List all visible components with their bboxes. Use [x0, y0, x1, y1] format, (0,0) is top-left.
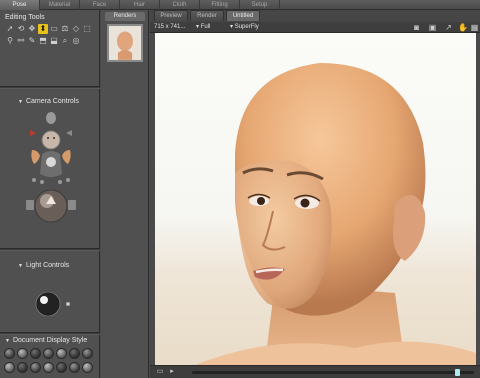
display-style-button[interactable]	[69, 362, 80, 373]
display-style-button[interactable]	[4, 348, 15, 359]
render-mode-dropdown[interactable]: ▾ SuperFly	[230, 22, 259, 33]
room-tab-cloth[interactable]: Cloth	[160, 0, 200, 10]
taper-tool-icon[interactable]: ◇	[71, 24, 81, 34]
play-icon[interactable]: ▸	[168, 368, 176, 376]
display-style-button[interactable]	[69, 348, 80, 359]
divider	[0, 248, 100, 251]
translate-in-out-tool-icon[interactable]: ⬍	[38, 24, 48, 34]
collapse-triangle-icon[interactable]: ▼	[18, 263, 23, 269]
right-hand-camera-icon	[62, 150, 71, 164]
share-icon[interactable]: ↗	[444, 23, 453, 32]
morphing-tool-icon[interactable]: ⬒	[38, 36, 48, 46]
room-tab-material[interactable]: Material	[40, 0, 80, 10]
resolution-readout: 715 x 741...	[154, 24, 186, 30]
left-panel: Editing Tools ➚ ⟲ ✥ ⬍ ▭ ⚖ ◇ ⬚ ⚲ ⚯ ✎ ⬒ ⬓ ⌕ ◎ ▼ Camera Co…	[0, 10, 100, 378]
camera-icon[interactable]: ◙	[412, 23, 421, 32]
document-display-style-title[interactable]: ▼ Document Display Style	[5, 337, 87, 344]
zoom-tool-icon[interactable]: ⌕	[60, 36, 70, 46]
snapshot-icon[interactable]: ▣	[428, 23, 437, 32]
room-tab-face[interactable]: Face	[80, 0, 120, 10]
figure-camera-icon	[46, 157, 56, 167]
display-style-button[interactable]	[56, 348, 67, 359]
renders-tab[interactable]: Renders	[105, 12, 145, 21]
size-dropdown[interactable]: ▾ Full	[196, 22, 210, 33]
view-magnifier-tool-icon[interactable]: ✎	[27, 36, 37, 46]
display-style-button[interactable]	[82, 348, 93, 359]
hand-icon[interactable]: ✋	[458, 23, 468, 32]
display-style-button[interactable]	[56, 362, 67, 373]
select-tool-icon[interactable]: ➚	[5, 24, 15, 34]
display-style-button[interactable]	[43, 348, 54, 359]
view-tabs: Preview Render Untitled	[150, 10, 480, 22]
twist-tool-icon[interactable]: ⚖	[60, 24, 70, 34]
translate-tool-icon[interactable]: ✥	[27, 24, 37, 34]
display-style-button[interactable]	[4, 362, 15, 373]
camera-arrow-left-icon	[30, 130, 36, 136]
light-controls-title[interactable]: ▼ Light Controls	[18, 262, 69, 269]
render-mode-value: SuperFly	[234, 24, 259, 30]
camera-controls-title[interactable]: ▼ Camera Controls	[18, 98, 79, 105]
display-style-grid	[4, 348, 96, 373]
room-tab-setup[interactable]: Setup	[240, 0, 280, 10]
timeline-slider[interactable]	[192, 369, 474, 376]
light-controls-label: Light Controls	[25, 262, 70, 269]
blank-tool-icon[interactable]	[82, 36, 92, 46]
grid-icon[interactable]: ▦	[470, 23, 479, 32]
display-style-button[interactable]	[17, 348, 28, 359]
room-tab-fitting[interactable]: Fitting	[200, 0, 240, 10]
display-style-button[interactable]	[82, 362, 93, 373]
editing-tools-title: Editing Tools	[5, 14, 45, 21]
rotate-tool-icon[interactable]: ⟲	[16, 24, 26, 34]
view-toolbar: 715 x 741... ▾ Full ▾ SuperFly ◙ ▣ ↗ ✋ ▦	[150, 22, 480, 33]
collapse-triangle-icon[interactable]: ▼	[18, 99, 23, 105]
view-icon[interactable]: ▭	[156, 368, 164, 376]
view-tab-render[interactable]: Render	[190, 10, 224, 21]
display-style-button[interactable]	[30, 348, 41, 359]
direct-manipulation-tool-icon[interactable]: ⬓	[49, 36, 59, 46]
timeline-marker[interactable]	[455, 369, 461, 376]
collapse-triangle-icon[interactable]: ▼	[5, 338, 10, 344]
render-viewport[interactable]	[155, 33, 476, 365]
divider	[0, 332, 100, 335]
rendered-figure	[195, 63, 476, 365]
scale-tool-icon[interactable]: ▭	[49, 24, 59, 34]
color-tool-icon[interactable]: ⚲	[5, 36, 15, 46]
display-style-button[interactable]	[30, 362, 41, 373]
room-tab-pose[interactable]: Pose	[0, 0, 40, 10]
grouping-tool-icon[interactable]: ⚯	[16, 36, 26, 46]
render-thumbnail[interactable]	[107, 24, 143, 62]
camera-controls-widget[interactable]	[22, 110, 80, 230]
chain-break-tool-icon[interactable]: ⬚	[82, 24, 92, 34]
light-highlight-icon	[40, 296, 48, 304]
timeline-bar: ▭ ▸	[150, 365, 480, 378]
document-display-style-label: Document Display Style	[12, 337, 88, 344]
camera-controls-label: Camera Controls	[25, 98, 79, 105]
display-style-button[interactable]	[17, 362, 28, 373]
view-tab-preview[interactable]: Preview	[154, 10, 188, 21]
size-value: Full	[200, 24, 211, 30]
editing-tools: ➚ ⟲ ✥ ⬍ ▭ ⚖ ◇ ⬚ ⚲ ⚯ ✎ ⬒ ⬓ ⌕ ◎	[5, 24, 95, 47]
target-tool-icon[interactable]: ◎	[71, 36, 81, 46]
divider	[0, 86, 100, 89]
move-xy-icon	[26, 200, 34, 210]
camera-head-icon	[46, 112, 56, 124]
left-hand-camera-icon	[31, 150, 40, 164]
room-tab-hair[interactable]: Hair	[120, 0, 160, 10]
renders-panel: Renders	[101, 10, 149, 378]
display-style-button[interactable]	[43, 362, 54, 373]
render-thumbnail-image	[109, 26, 141, 60]
light-controls-widget[interactable]	[34, 282, 74, 322]
camera-arrow-right-icon	[66, 130, 72, 136]
move-xz-icon	[68, 200, 76, 210]
room-tabs: Pose Material Face Hair Cloth Fitting Setup	[0, 0, 480, 10]
light-star-icon	[66, 302, 70, 306]
view-tab-untitled[interactable]: Untitled	[226, 10, 260, 21]
camera-face-icon	[41, 130, 61, 150]
